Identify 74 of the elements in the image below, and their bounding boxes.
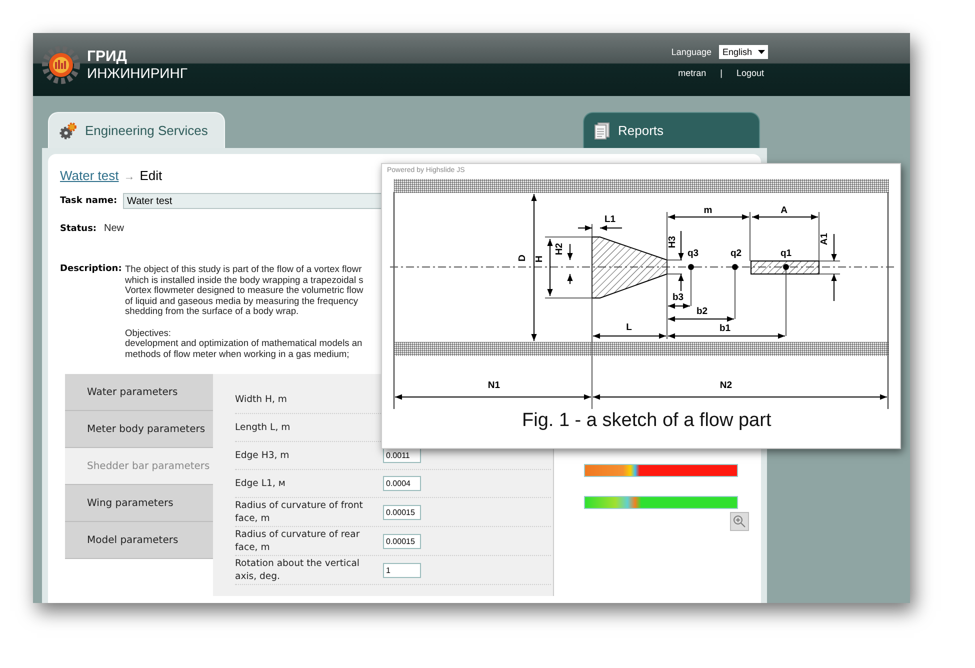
parameter-field[interactable]: 1 — [383, 562, 421, 578]
parameter-field[interactable]: 0.0004 — [383, 476, 421, 491]
dimension-label: D — [517, 254, 528, 262]
dimension-arrow — [752, 214, 818, 220]
dimension-label: q1 — [780, 248, 792, 259]
pointer-arrow — [831, 234, 837, 262]
section-tab[interactable]: Meter body parameters — [65, 411, 213, 448]
dimension-arrow — [668, 316, 734, 322]
gears-icon — [59, 122, 77, 140]
pointer-arrow — [678, 230, 684, 260]
language-select[interactable]: English — [719, 45, 768, 59]
nav-tab[interactable]: Engineering Services — [48, 112, 225, 148]
dimension-arrow — [668, 303, 690, 309]
point-marker — [732, 264, 738, 270]
caret-icon — [758, 50, 765, 54]
logo-text: ИНЖИНИРИНГ — [87, 64, 188, 82]
point-marker — [783, 264, 789, 270]
dimension-label: H2 — [554, 242, 565, 256]
dimension-label: H3 — [667, 236, 678, 248]
status-value: New — [104, 223, 124, 234]
field-label: Length L, m — [235, 421, 292, 434]
section-tab[interactable]: Model parameters — [65, 522, 213, 559]
field-label: Edge H3, m — [235, 449, 290, 462]
field-label: Status: — [60, 224, 98, 234]
nav-tab[interactable]: Reports — [583, 112, 760, 148]
breadcrumb-link[interactable]: Water test — [60, 168, 119, 183]
documents-icon — [594, 122, 610, 140]
dimension-label: N1 — [488, 380, 500, 391]
dimension-label: N2 — [720, 380, 732, 391]
field-label: Task name: — [60, 196, 118, 206]
pointer-arrow — [567, 244, 573, 260]
language-label: Language — [671, 47, 712, 57]
pointer-arrow — [567, 274, 573, 284]
field-label: Width H, m — [235, 393, 288, 406]
field-label: Edge L1, м — [235, 477, 286, 490]
section-tab[interactable]: Water parameters — [65, 374, 213, 411]
gear-logo-icon — [41, 44, 81, 84]
field-label: Rotation about the vertical axis, deg. — [235, 557, 360, 583]
pointer-arrow — [678, 274, 684, 292]
dimension-label: q3 — [687, 248, 699, 259]
dimension-label: b1 — [719, 323, 731, 334]
description-text: The object of this study is part of the flow of a vortex flowr which is installed inside the body wrapping a trapezoidal s Vortex flowmeter designed to measure the volumetric flow of liquid and gaseous media by measuring the frequency shedding from the surface of a body wrap. — [125, 264, 364, 316]
pointer-arrow — [831, 274, 837, 302]
parameter-field[interactable]: 0.0011 — [383, 448, 421, 463]
breadcrumb-arrow: → — [124, 171, 135, 183]
pointer-arrow — [578, 225, 592, 231]
separator-text: | — [720, 68, 722, 78]
figure-caption: Fig. 1 - a sketch of a flow part — [522, 410, 772, 432]
dimension-label: A1 — [819, 232, 830, 246]
description-text: Objectives: development and optimization of mathematical models an methods of flow meter when working in a gas medium; — [125, 328, 364, 359]
dimension-label: b2 — [696, 306, 708, 317]
dimension-label: L — [626, 322, 632, 333]
logout-link[interactable]: Logout — [736, 68, 764, 78]
wing-shape — [750, 260, 820, 274]
dimension-label: q2 — [730, 248, 742, 259]
dimension-label: b3 — [672, 292, 684, 303]
parameter-field[interactable]: 0.00015 — [383, 534, 421, 548]
zoom-in-icon — [733, 515, 746, 528]
dimension-arrow — [547, 238, 553, 296]
logo-text: ГРИД — [87, 48, 128, 64]
section-tab[interactable]: Wing parameters — [65, 485, 213, 522]
page-title: Edit — [140, 168, 162, 183]
parameter-field[interactable]: 0.00015 — [383, 504, 421, 520]
dimension-label: H — [534, 256, 545, 262]
field-label: Radius of curvature of rear face, m — [235, 528, 361, 554]
field-label: Radius of curvature of front face, m — [235, 499, 364, 525]
field-label: Description: — [60, 264, 123, 274]
point-marker — [688, 264, 694, 270]
dimension-label: m — [704, 205, 712, 216]
user-name: metran — [678, 68, 706, 78]
pointer-arrow — [600, 225, 622, 231]
dimension-label: L1 — [604, 214, 616, 225]
zoom-in-button[interactable] — [730, 512, 749, 531]
dimension-label: A — [780, 205, 788, 216]
